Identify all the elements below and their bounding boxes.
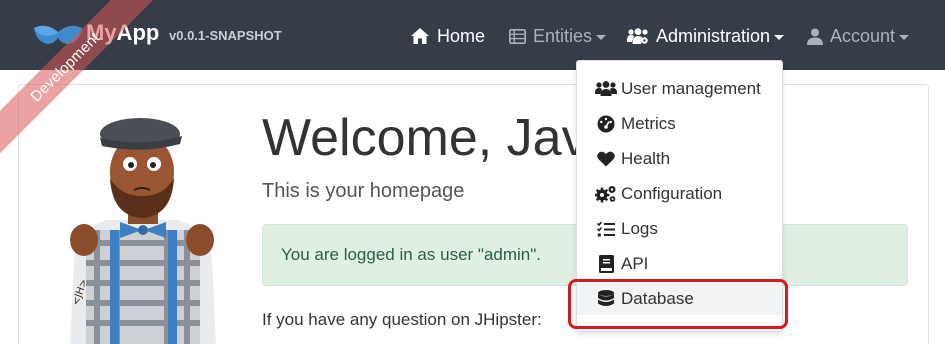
login-alert-text: You are logged in as user "admin". <box>281 245 541 264</box>
menu-item-label: User management <box>621 79 761 98</box>
menu-item-label: Metrics <box>621 114 676 133</box>
menu-item-health[interactable]: Health <box>577 143 782 175</box>
administration-dropdown: User management Metrics Health Configura… <box>576 60 783 332</box>
brand-version: v0.0.1-SNAPSHOT <box>169 28 282 43</box>
menu-item-database[interactable]: Database <box>577 283 782 315</box>
menu-item-label: Configuration <box>621 184 723 203</box>
page-subtitle: This is your homepage <box>262 180 465 202</box>
menu-item-label: Health <box>621 149 671 168</box>
chevron-down-icon <box>774 34 785 40</box>
nav-entities[interactable]: Entities <box>509 22 607 50</box>
nav-entities-label: Entities <box>533 25 593 46</box>
users-cog-icon <box>627 27 648 44</box>
home-icon <box>411 28 429 44</box>
menu-item-label: API <box>621 254 649 273</box>
list-icon <box>509 28 526 44</box>
menu-item-label: Logs <box>621 219 658 238</box>
nav-administration[interactable]: Administration <box>627 22 785 50</box>
menu-item-api[interactable]: API <box>577 248 782 280</box>
menu-item-user-management[interactable]: User management <box>577 73 782 105</box>
tachometer-icon <box>597 115 615 133</box>
page-title: Welcome, Java <box>262 109 617 167</box>
page: MyApp v0.0.1-SNAPSHOT Home Entities Admi… <box>0 0 945 344</box>
chevron-down-icon <box>596 34 607 40</box>
book-icon <box>598 255 614 273</box>
hipster-illustration-icon: <JH> <box>70 118 216 344</box>
menu-item-label: Database <box>621 289 694 308</box>
nav-home-label: Home <box>437 25 486 46</box>
database-icon <box>598 290 614 306</box>
tasks-icon <box>597 221 615 237</box>
nav-account-label: Account <box>830 25 896 46</box>
nav-administration-label: Administration <box>656 25 771 46</box>
nav-home[interactable]: Home <box>410 22 485 50</box>
menu-item-configuration[interactable]: Configuration <box>577 178 782 210</box>
nav-account[interactable]: Account <box>807 22 910 50</box>
chevron-down-icon <box>899 34 910 40</box>
question-text: If you have any question on JHipster: <box>262 310 542 329</box>
menu-item-logs[interactable]: Logs <box>577 213 782 245</box>
heart-icon <box>597 151 615 167</box>
user-icon <box>807 28 823 45</box>
users-icon <box>595 81 617 96</box>
menu-item-metrics[interactable]: Metrics <box>577 108 782 140</box>
cogs-icon <box>595 186 616 203</box>
